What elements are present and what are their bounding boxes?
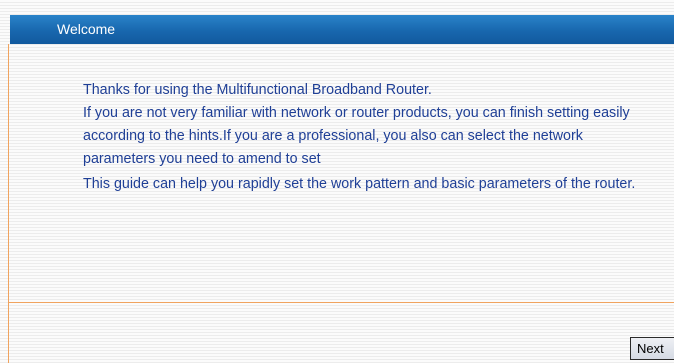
intro-paragraph-2: If you are not very familiar with networ…: [83, 105, 630, 167]
intro-line-1: Thanks for using the Multifunctional Bro…: [83, 82, 432, 98]
page-title: Welcome: [57, 21, 116, 37]
wizard-page: { "header": { "title": "Welcome" }, "int…: [0, 0, 674, 363]
intro-text: Thanks for using the Multifunctional Bro…: [83, 79, 643, 196]
next-button[interactable]: Next: [630, 337, 674, 360]
intro-paragraph-3: This guide can help you rapidly set the …: [83, 176, 636, 192]
title-bar: Welcome: [10, 15, 674, 44]
divider: [8, 302, 674, 303]
left-border: [8, 44, 9, 363]
